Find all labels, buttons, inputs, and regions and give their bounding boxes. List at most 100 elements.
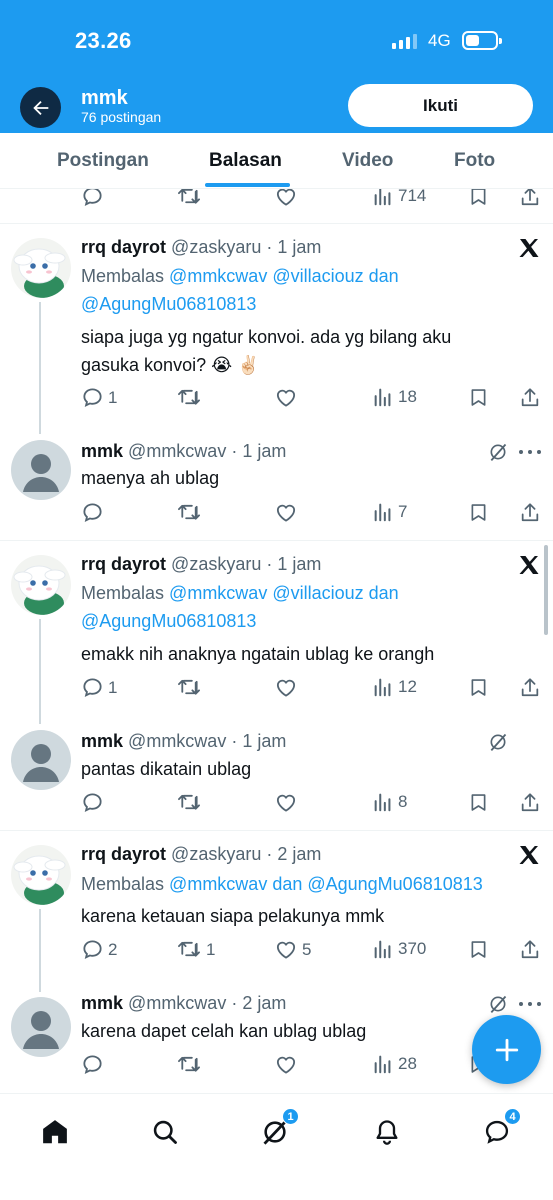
views-icon [374, 1055, 391, 1074]
replying-mentions[interactable]: @mmkcwav dan @AgungMu06810813 [169, 874, 483, 894]
views-button[interactable]: 7 [372, 501, 407, 523]
reply-button[interactable]: 2 [81, 938, 117, 961]
views-button[interactable]: 12 [372, 676, 417, 698]
share-button[interactable] [519, 791, 541, 814]
display-name[interactable]: rrq dayrot [81, 554, 166, 574]
timestamp[interactable]: 1 jam [277, 554, 321, 574]
display-name[interactable]: rrq dayrot [81, 237, 166, 257]
views-button[interactable]: 28 [372, 1053, 417, 1075]
like-button[interactable] [274, 791, 298, 814]
retweet-icon [178, 189, 200, 204]
retweet-button[interactable] [176, 676, 202, 699]
share-button[interactable] [519, 501, 541, 524]
reply-button[interactable] [81, 501, 104, 524]
views-icon [374, 503, 391, 522]
like-button[interactable] [274, 189, 298, 208]
retweet-button[interactable] [176, 189, 202, 208]
follow-button[interactable]: Ikuti [348, 84, 533, 127]
active-tab-indicator [205, 183, 290, 187]
like-button[interactable] [274, 1053, 298, 1076]
tab-postingan[interactable]: Postingan [57, 150, 149, 172]
thread-line [39, 302, 41, 434]
avatar[interactable] [11, 440, 71, 500]
more-options-icon[interactable] [519, 1002, 541, 1008]
bookmark-button[interactable] [468, 676, 489, 699]
display-name[interactable]: rrq dayrot [81, 844, 166, 864]
avatar[interactable] [11, 997, 71, 1057]
heart-icon [276, 794, 296, 812]
handle[interactable]: @mmkcwav [128, 731, 226, 751]
like-button[interactable]: 5 [274, 938, 311, 961]
share-button[interactable] [519, 938, 541, 961]
handle[interactable]: @zaskyaru [171, 237, 261, 257]
avatar[interactable] [11, 845, 71, 905]
views-button[interactable]: 18 [372, 386, 417, 408]
nav-search[interactable] [147, 1114, 183, 1150]
bookmark-button[interactable] [468, 386, 489, 409]
reply-button[interactable] [81, 189, 104, 208]
bookmark-button[interactable] [468, 791, 489, 814]
handle[interactable]: @mmkcwav [128, 993, 226, 1013]
nav-messages[interactable]: 4 [479, 1108, 521, 1150]
timestamp[interactable]: 1 jam [242, 441, 286, 461]
avatar[interactable] [11, 238, 71, 298]
cinnamoroll-avatar-image [11, 555, 71, 615]
nav-notifications[interactable] [369, 1114, 405, 1150]
back-button[interactable] [20, 87, 61, 128]
retweet-button[interactable] [176, 1053, 202, 1076]
like-button[interactable] [274, 501, 298, 524]
display-name[interactable]: mmk [81, 731, 123, 751]
share-icon [521, 388, 539, 407]
bookmark-button[interactable] [468, 501, 489, 524]
handle[interactable]: @mmkcwav [128, 441, 226, 461]
handle[interactable]: @zaskyaru [171, 554, 261, 574]
retweet-button[interactable] [176, 501, 202, 524]
nav-home[interactable] [37, 1114, 73, 1150]
avatar[interactable] [11, 730, 71, 790]
retweet-button[interactable]: 1 [176, 938, 215, 961]
timestamp[interactable]: 1 jam [242, 731, 286, 751]
default-avatar-icon [23, 744, 59, 782]
grok-icon[interactable] [488, 442, 508, 462]
retweet-count: 1 [206, 939, 216, 959]
retweet-button[interactable] [176, 386, 202, 409]
replies-feed[interactable]: 714 rrq dayrot @zaskyaru · 1 jam Membala… [0, 189, 553, 1093]
timestamp[interactable]: 1 jam [277, 237, 321, 257]
views-button[interactable]: 714 [372, 189, 426, 207]
separator-dot: · [226, 993, 243, 1013]
tab-balasan[interactable]: Balasan [209, 150, 282, 172]
reply-button[interactable] [81, 791, 104, 814]
grok-icon[interactable] [488, 994, 508, 1014]
views-button[interactable]: 370 [372, 938, 426, 960]
tab-video[interactable]: Video [342, 150, 393, 172]
avatar[interactable] [11, 555, 71, 615]
handle[interactable]: @zaskyaru [171, 844, 261, 864]
reply-button[interactable] [81, 1053, 104, 1076]
bookmark-button[interactable] [468, 189, 489, 208]
like-button[interactable] [274, 386, 298, 409]
nav-grok[interactable]: 1 [257, 1108, 299, 1150]
scrollbar[interactable] [544, 545, 548, 635]
views-count: 12 [398, 677, 417, 696]
timestamp[interactable]: 2 jam [242, 993, 286, 1013]
reply-button[interactable]: 1 [81, 386, 117, 409]
views-button[interactable]: 8 [372, 791, 407, 813]
heart-icon [276, 941, 296, 959]
share-button[interactable] [519, 189, 541, 208]
tweet-text: emakk nih anaknya ngatain ublag ke orang… [81, 644, 435, 664]
grok-icon[interactable] [488, 732, 508, 752]
compose-button[interactable] [472, 1015, 541, 1084]
display-name[interactable]: mmk [81, 441, 123, 461]
share-icon [521, 793, 539, 812]
reply-button[interactable]: 1 [81, 676, 117, 699]
retweet-button[interactable] [176, 791, 202, 814]
share-button[interactable] [519, 676, 541, 699]
share-icon [521, 940, 539, 959]
display-name[interactable]: mmk [81, 993, 123, 1013]
tab-foto[interactable]: Foto [454, 150, 495, 172]
more-options-icon[interactable] [519, 450, 541, 456]
bookmark-button[interactable] [468, 938, 489, 961]
like-button[interactable] [274, 676, 298, 699]
share-button[interactable] [519, 386, 541, 409]
timestamp[interactable]: 2 jam [277, 844, 321, 864]
